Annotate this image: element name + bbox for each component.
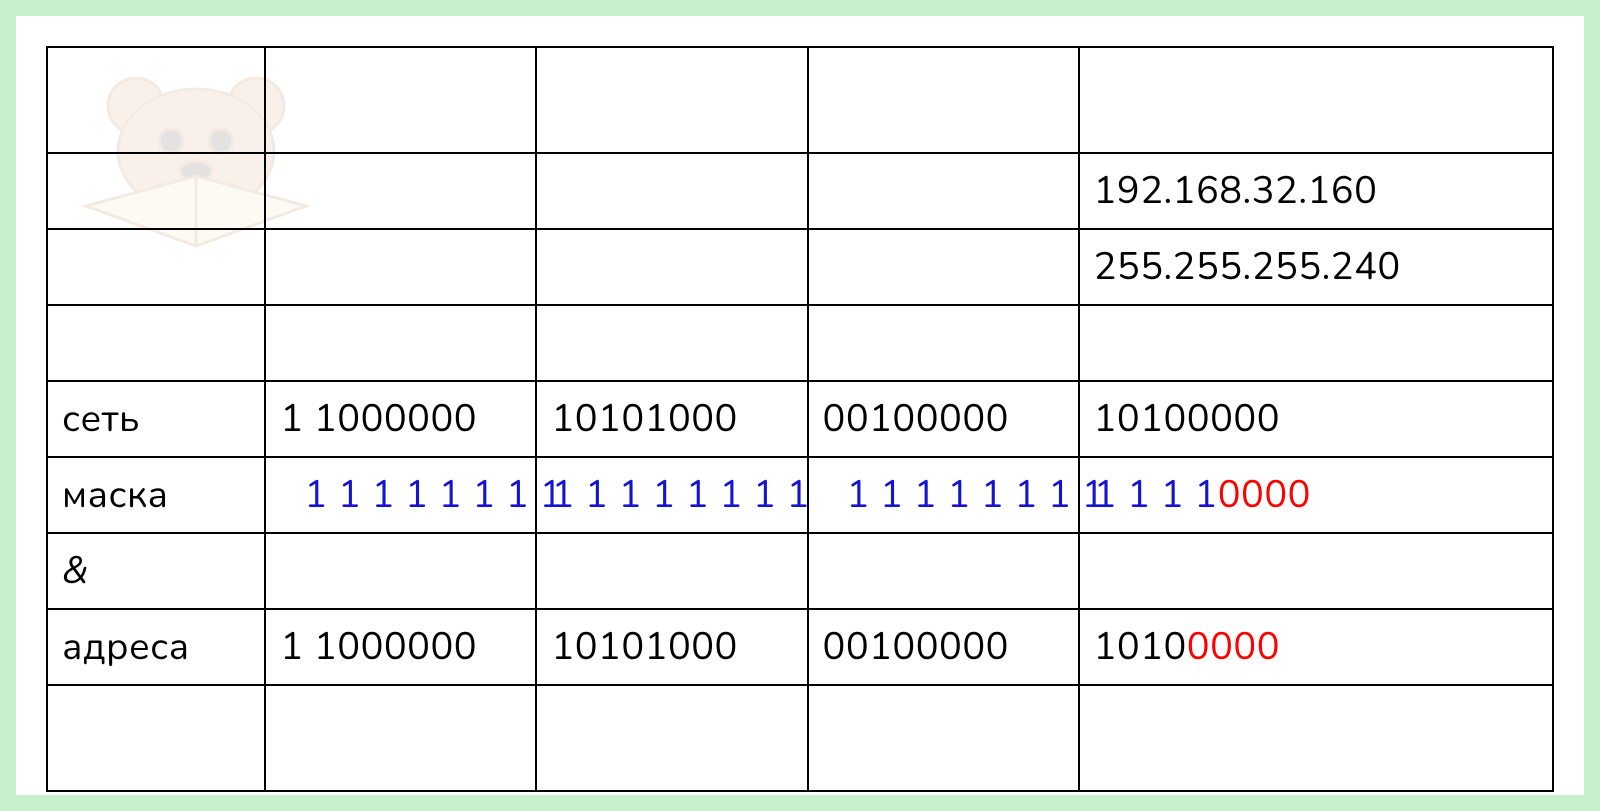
label-address: адреса — [47, 609, 265, 685]
row-spacer-1 — [47, 305, 1553, 381]
label-mask: маска — [47, 457, 265, 533]
row-mask-decimal: 255.255.255.240 — [47, 229, 1553, 305]
row-and-operator: & — [47, 533, 1553, 609]
addr-oct4-host: 0000 — [1187, 622, 1280, 673]
net-oct2: 10101000 — [536, 381, 807, 457]
mask-decimal: 255.255.255.240 — [1094, 242, 1401, 293]
mask-decimal-cell: 255.255.255.240 — [1079, 229, 1553, 305]
row-empty-top — [47, 47, 1553, 153]
net-oct4: 10100000 — [1079, 381, 1553, 457]
addr-oct1: 1 1000000 — [265, 609, 536, 685]
row-mask-binary: маска 1 1 1 1 1 1 1 1 1 1 1 1 1 1 1 1 1 … — [47, 457, 1553, 533]
row-address-binary: адреса 1 1000000 10101000 00100000 10100… — [47, 609, 1553, 685]
addr-oct4: 10100000 — [1079, 609, 1553, 685]
subnet-calculation-table: 192.168.32.160 255.255.255.240 сеть 1 10… — [46, 46, 1554, 792]
mask-oct2: 1 1 1 1 1 1 1 1 — [536, 457, 807, 533]
mask-oct4-zeros: 0000 — [1218, 470, 1311, 521]
net-oct1: 1 1000000 — [265, 381, 536, 457]
addr-oct2: 10101000 — [536, 609, 807, 685]
page-frame: 192.168.32.160 255.255.255.240 сеть 1 10… — [0, 0, 1600, 811]
row-network-binary: сеть 1 1000000 10101000 00100000 1010000… — [47, 381, 1553, 457]
mask-oct3: 1 1 1 1 1 1 1 1 — [808, 457, 1079, 533]
label-and: & — [47, 533, 265, 609]
net-oct3: 00100000 — [808, 381, 1079, 457]
row-ip-decimal: 192.168.32.160 — [47, 153, 1553, 229]
mask-oct4: 1 1 1 1 0000 — [1079, 457, 1553, 533]
ip-decimal-cell: 192.168.32.160 — [1079, 153, 1553, 229]
addr-oct4-net: 1010 — [1094, 622, 1187, 673]
row-empty-bottom — [47, 685, 1553, 791]
mask-oct1: 1 1 1 1 1 1 1 1 — [265, 457, 536, 533]
ip-decimal: 192.168.32.160 — [1094, 166, 1378, 217]
addr-oct3: 00100000 — [808, 609, 1079, 685]
label-network: сеть — [47, 381, 265, 457]
mask-oct4-ones: 1 1 1 1 — [1094, 470, 1218, 521]
